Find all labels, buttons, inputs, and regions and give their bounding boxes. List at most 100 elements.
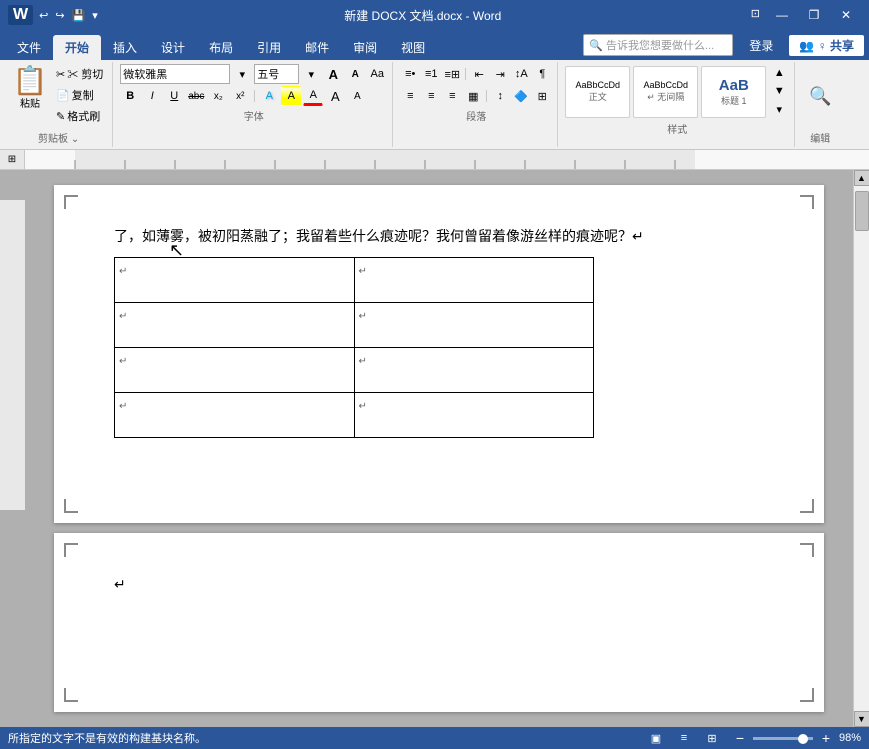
strikethrough-button[interactable]: abc	[186, 86, 206, 106]
vertical-scrollbar[interactable]: ▲ ▼	[853, 170, 869, 727]
tab-view[interactable]: 视图	[389, 35, 437, 60]
align-left-button[interactable]: ≡	[400, 86, 420, 106]
tab-home[interactable]: 开始	[53, 35, 101, 60]
page2-corner-tr	[800, 543, 814, 557]
increase-indent-button[interactable]: ⇥	[490, 64, 510, 84]
style-normal[interactable]: AaBbCcDd 正文	[565, 66, 630, 118]
font-name-input[interactable]	[120, 64, 230, 84]
table-cell-r1c2[interactable]: ↵	[354, 258, 594, 303]
ruler-area: ⊞	[0, 150, 869, 170]
tab-review[interactable]: 审阅	[341, 35, 389, 60]
tab-references[interactable]: 引用	[245, 35, 293, 60]
zoom-slider-thumb[interactable]	[798, 734, 808, 744]
view-web-button[interactable]: ⊞	[702, 728, 722, 748]
zoom-out-button[interactable]: −	[730, 728, 750, 748]
corner-tl	[64, 195, 78, 209]
font-shrink-button[interactable]: A	[345, 64, 365, 84]
align-right-button[interactable]: ≡	[442, 86, 462, 106]
share-button[interactable]: 👥 ♀ 共享	[789, 35, 864, 56]
view-read-button[interactable]: ≡	[674, 728, 694, 748]
paste-button[interactable]: 📋 粘贴	[10, 64, 50, 113]
font-size-increase[interactable]: A	[325, 86, 345, 106]
line-spacing-button[interactable]: ↕	[490, 86, 510, 106]
cell-mark: ↵	[119, 401, 127, 412]
underline-button[interactable]: U	[164, 86, 184, 106]
clipboard-expand-icon[interactable]: ⌄	[71, 134, 79, 145]
bullet-list-button[interactable]: ≡•	[400, 64, 420, 84]
zoom-percentage[interactable]: 98%	[839, 732, 861, 744]
undo-button[interactable]: ↩	[37, 9, 50, 22]
style-no-spacing[interactable]: AaBbCcDd ↵ 无间隔	[633, 66, 698, 118]
clipboard-group-label: 剪贴板 ⌄	[38, 130, 79, 145]
document-scroll-area[interactable]: ↖ 了，如薄雾，被初阳蒸融了；我留着些什么痕迹呢？我何曾留着像游丝样的痕迹呢？↵…	[25, 170, 853, 727]
cell-mark: ↵	[359, 356, 367, 367]
zoom-in-button[interactable]: +	[816, 728, 836, 748]
tab-layout[interactable]: 布局	[197, 35, 245, 60]
table-cell-r2c1[interactable]: ↵	[115, 303, 355, 348]
tab-file[interactable]: 文件	[5, 35, 53, 60]
doc-text-line[interactable]: 了，如薄雾，被初阳蒸融了；我留着些什么痕迹呢？我何曾留着像游丝样的痕迹呢？↵	[114, 225, 764, 247]
table-cell-r3c2[interactable]: ↵	[354, 348, 594, 393]
font-size-input[interactable]	[254, 64, 299, 84]
copy-button[interactable]: 📄 复制	[52, 85, 107, 105]
decrease-indent-button[interactable]: ⇤	[469, 64, 489, 84]
multilevel-list-button[interactable]: ≡⊞	[442, 64, 462, 84]
styles-more[interactable]: ▾	[769, 102, 789, 118]
maximize-button[interactable]: ❐	[799, 5, 829, 25]
minimize-button[interactable]: —	[767, 5, 797, 25]
format-painter-button[interactable]: ✎ 格式刷	[52, 106, 107, 126]
scroll-down-button[interactable]: ▼	[854, 711, 869, 727]
close-button[interactable]: ✕	[831, 5, 861, 25]
table-cell-r3c1[interactable]: ↵	[115, 348, 355, 393]
font-name-dropdown[interactable]: ▾	[232, 64, 252, 84]
align-center-button[interactable]: ≡	[421, 86, 441, 106]
style-heading1[interactable]: AaB 标题 1	[701, 66, 766, 118]
find-button[interactable]: 🔍	[802, 78, 838, 114]
table-cell-r4c2[interactable]: ↵	[354, 393, 594, 438]
search-bar[interactable]: 🔍 告诉我您想要做什么...	[583, 34, 733, 56]
text-effect-button[interactable]: A	[259, 86, 279, 106]
show-marks-button[interactable]: ¶	[532, 64, 552, 84]
table-cell-r1c1[interactable]: ↵	[115, 258, 355, 303]
zoom-slider[interactable]	[753, 737, 813, 740]
table-cell-r4c1[interactable]: ↵	[115, 393, 355, 438]
customize-button[interactable]: ▾	[90, 9, 100, 22]
paragraph-group-label: 段落	[466, 108, 486, 123]
highlight-button[interactable]: A	[281, 86, 301, 106]
styles-scroll-down[interactable]: ▼	[769, 83, 789, 99]
subscript-button[interactable]: x₂	[208, 86, 228, 106]
document-table[interactable]: ↵ ↵ ↵ ↵	[114, 257, 594, 438]
login-button[interactable]: 登录	[741, 35, 781, 56]
shading-button[interactable]: 🔷	[511, 86, 531, 106]
font-color-button[interactable]: A	[303, 86, 323, 106]
ruler-corner[interactable]: ⊞	[0, 150, 25, 169]
styles-scroll-up[interactable]: ▲	[769, 65, 789, 81]
redo-button[interactable]: ↪	[53, 9, 66, 22]
scroll-up-button[interactable]: ▲	[854, 170, 869, 186]
editing-group-label: 编辑	[810, 130, 830, 145]
page2-text[interactable]: ↵	[114, 573, 764, 595]
superscript-button[interactable]: x²	[230, 86, 250, 106]
italic-button[interactable]: I	[142, 86, 162, 106]
copy-label: 复制	[72, 87, 94, 103]
search-placeholder: 告诉我您想要做什么...	[606, 37, 714, 53]
tab-mail[interactable]: 邮件	[293, 35, 341, 60]
clear-format-button[interactable]: Aa	[367, 64, 387, 84]
view-print-button[interactable]: ▣	[646, 728, 666, 748]
sort-button[interactable]: ↕A	[511, 64, 531, 84]
status-right: ▣ ≡ ⊞ − + 98%	[646, 728, 861, 748]
table-cell-r2c2[interactable]: ↵	[354, 303, 594, 348]
save-button[interactable]: 💾	[70, 9, 88, 22]
font-grow-button[interactable]: A	[323, 64, 343, 84]
numbered-list-button[interactable]: ≡1	[421, 64, 441, 84]
cut-button[interactable]: ✂ ✂ 剪切	[52, 64, 107, 84]
justify-button[interactable]: ▦	[463, 86, 483, 106]
font-size-dropdown[interactable]: ▾	[301, 64, 321, 84]
font-size-decrease[interactable]: A	[347, 86, 367, 106]
tab-design[interactable]: 设计	[149, 35, 197, 60]
bold-button[interactable]: B	[120, 86, 140, 106]
ruler-toggle-icon: ⊞	[0, 150, 24, 170]
borders-button[interactable]: ⊞	[532, 86, 552, 106]
scroll-thumb[interactable]	[855, 191, 869, 231]
tab-insert[interactable]: 插入	[101, 35, 149, 60]
